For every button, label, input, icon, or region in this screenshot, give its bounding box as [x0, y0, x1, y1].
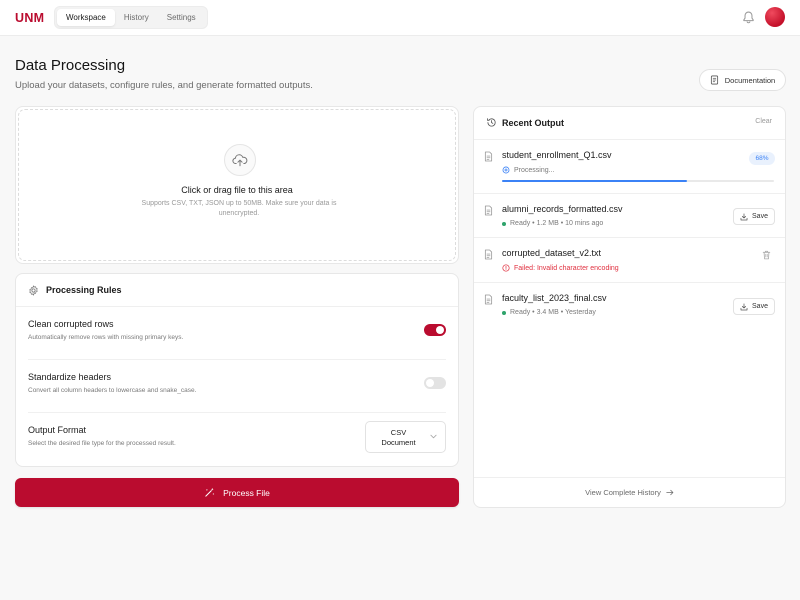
rule-description: Automatically remove rows with missing p… — [28, 334, 184, 341]
process-file-label: Process File — [223, 487, 270, 498]
upload-title: Click or drag file to this area — [181, 185, 293, 195]
file-name: faculty_list_2023_final.csv — [502, 293, 607, 303]
page-title: Data Processing — [15, 57, 126, 74]
selected-format: CSV Document — [381, 428, 416, 447]
file-meta: Ready • 3.4 MB • Yesterday — [502, 309, 596, 316]
tab-workspace[interactable]: Workspace — [57, 9, 115, 26]
rule-standardize-headers: Standardize headers Convert all column h… — [28, 360, 446, 413]
file-name: alumni_records_formatted.csv — [502, 204, 623, 214]
output-item: corrupted_dataset_v2.txt Failed: Invalid… — [474, 238, 785, 283]
documentation-button[interactable]: Documentation — [699, 69, 786, 91]
upload-dropzone[interactable]: Click or drag file to this area Supports… — [15, 106, 459, 264]
rule-title: Clean corrupted rows — [28, 319, 114, 329]
save-button[interactable]: Save — [733, 298, 775, 315]
bell-icon[interactable] — [741, 10, 756, 25]
process-file-button[interactable]: Process File — [15, 478, 459, 507]
rule-description: Convert all column headers to lowercase … — [28, 387, 197, 394]
output-item: alumni_records_formatted.csv Ready • 1.2… — [474, 194, 785, 238]
file-name: student_enrollment_Q1.csv — [502, 150, 612, 160]
processing-rules-card: Processing Rules Clean corrupted rows Au… — [15, 273, 459, 467]
output-header: Recent Output Clear — [474, 107, 785, 140]
toggle-knob — [426, 379, 434, 387]
arrow-right-icon — [666, 489, 674, 496]
progress-fill — [502, 180, 687, 182]
tab-history[interactable]: History — [115, 9, 158, 26]
rule-title: Output Format — [28, 425, 87, 435]
main-nav-tabs: Workspace History Settings — [54, 6, 208, 29]
file-icon — [484, 205, 493, 216]
cloud-upload-icon — [224, 144, 256, 176]
view-history-link[interactable]: View Complete History — [474, 477, 785, 507]
upload-description: Supports CSV, TXT, JSON up to 50MB. Make… — [141, 200, 337, 217]
logo[interactable]: UNM — [15, 11, 44, 25]
file-error: Failed: Invalid character encoding — [502, 264, 619, 272]
gear-icon — [29, 284, 38, 296]
documentation-label: Documentation — [724, 75, 776, 85]
file-meta-text: Ready • 1.2 MB • 10 mins ago — [510, 220, 604, 227]
processing-status-text: Processing... — [514, 166, 555, 174]
save-label: Save — [752, 213, 768, 220]
file-status: Processing... — [502, 166, 554, 174]
document-icon — [710, 75, 718, 85]
save-button[interactable]: Save — [733, 208, 775, 225]
recent-output-card: Recent Output Clear student_enrollment_Q… — [473, 106, 786, 508]
progress-badge: 68% — [749, 152, 775, 165]
progress-bar — [502, 180, 774, 182]
chevron-down-icon — [430, 434, 437, 439]
error-text: Failed: Invalid character encoding — [514, 264, 619, 272]
file-icon — [484, 151, 493, 162]
spinner-icon — [502, 166, 510, 174]
alert-circle-icon — [502, 264, 510, 272]
history-icon — [487, 118, 496, 127]
magic-wand-icon — [205, 487, 215, 497]
rules-title: Processing Rules — [46, 285, 122, 295]
user-avatar[interactable] — [765, 7, 785, 27]
clear-button[interactable]: Clear — [755, 118, 772, 125]
toggle-knob — [436, 326, 444, 334]
download-icon — [740, 212, 748, 220]
trash-icon[interactable] — [762, 250, 771, 260]
rule-clean-corrupted-rows: Clean corrupted rows Automatically remov… — [28, 307, 446, 360]
file-meta-text: Ready • 3.4 MB • Yesterday — [510, 309, 596, 316]
top-bar: UNM Workspace History Settings — [0, 0, 800, 36]
download-icon — [740, 302, 748, 310]
file-icon — [484, 294, 493, 305]
output-item: faculty_list_2023_final.csv Ready • 3.4 … — [474, 283, 785, 327]
rule-description: Select the desired file type for the pro… — [28, 440, 176, 447]
ready-status-dot — [502, 310, 506, 315]
clean-rows-toggle[interactable] — [424, 324, 446, 336]
dropzone-border: Click or drag file to this area Supports… — [18, 109, 456, 261]
file-name: corrupted_dataset_v2.txt — [502, 248, 602, 258]
view-history-label: View Complete History — [585, 488, 661, 497]
rule-title: Standardize headers — [28, 372, 112, 382]
file-meta: Ready • 1.2 MB • 10 mins ago — [502, 220, 603, 227]
output-item: student_enrollment_Q1.csv Processing... … — [474, 140, 785, 194]
recent-output-title: Recent Output — [502, 118, 564, 128]
tab-settings[interactable]: Settings — [158, 9, 205, 26]
file-icon — [484, 249, 493, 260]
rule-output-format: Output Format Select the desired file ty… — [28, 413, 446, 466]
rules-header: Processing Rules — [16, 274, 458, 307]
ready-status-dot — [502, 221, 506, 226]
standardize-headers-toggle[interactable] — [424, 377, 446, 389]
save-label: Save — [752, 303, 768, 310]
page-subtitle: Upload your datasets, configure rules, a… — [15, 80, 313, 91]
output-format-select[interactable]: CSV Document — [365, 421, 446, 453]
